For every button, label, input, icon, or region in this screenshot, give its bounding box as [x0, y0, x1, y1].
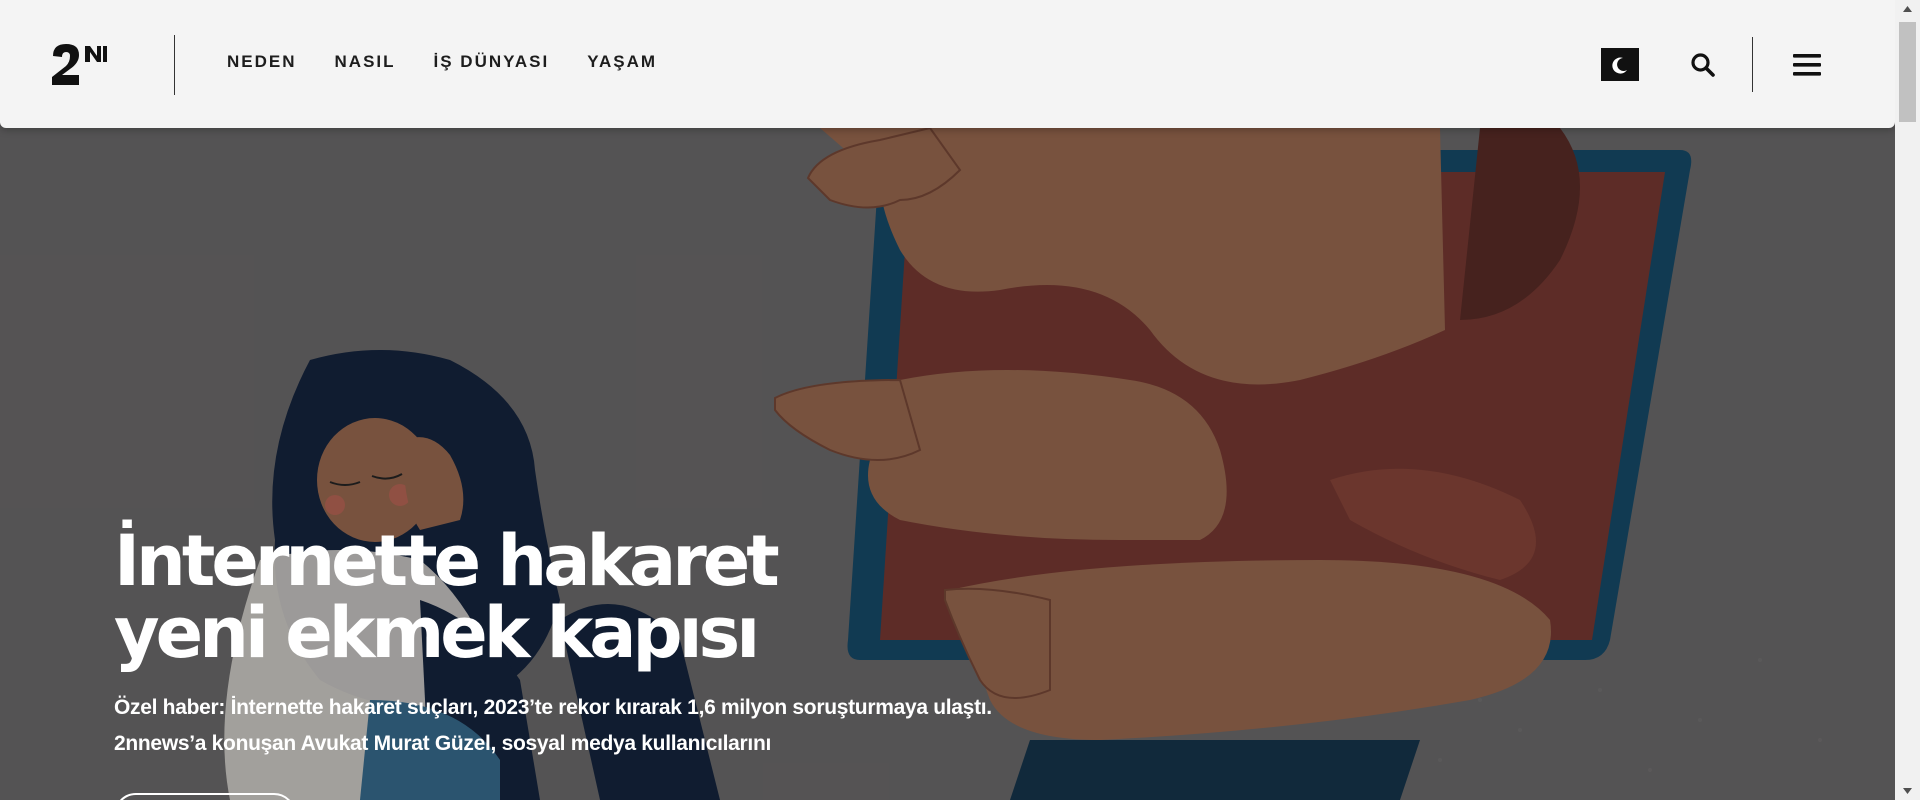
site-logo[interactable] — [50, 42, 110, 88]
site-header: NEDEN NASIL İŞ DÜNYASI YAŞAM — [0, 0, 1895, 128]
chevron-down-icon — [1903, 788, 1912, 794]
hero-subtitle-line1: Özel haber: İnternette hakaret suçları, … — [114, 696, 992, 719]
scroll-up-arrow[interactable] — [1895, 0, 1920, 18]
logo-icon — [52, 44, 107, 85]
search-icon — [1691, 53, 1715, 77]
theme-toggle-button[interactable] — [1601, 48, 1639, 81]
hero-subtitle: Özel haber: İnternette hakaret suçları, … — [114, 690, 1074, 762]
read-more-button[interactable] — [114, 793, 296, 800]
menu-button[interactable] — [1792, 50, 1822, 80]
nav-item-neden[interactable]: NEDEN — [227, 52, 297, 72]
vertical-scrollbar[interactable] — [1895, 0, 1920, 800]
nav-item-is-dunyasi[interactable]: İŞ DÜNYASI — [434, 52, 550, 72]
scrollbar-thumb[interactable] — [1899, 22, 1916, 122]
chevron-up-icon — [1903, 6, 1912, 12]
hamburger-icon — [1793, 54, 1821, 76]
nav-item-nasil[interactable]: NASIL — [335, 52, 396, 72]
moon-icon — [1612, 57, 1627, 74]
nav-item-yasam[interactable]: YAŞAM — [587, 52, 657, 72]
hero-title[interactable]: İnternette hakaret yeni ekmek kapısı — [114, 525, 934, 669]
scroll-down-arrow[interactable] — [1895, 782, 1920, 800]
search-button[interactable] — [1688, 50, 1718, 80]
hero-subtitle-line2: 2nnews’a konuşan Avukat Murat Güzel, sos… — [114, 732, 772, 755]
main-nav: NEDEN NASIL İŞ DÜNYASI YAŞAM — [227, 52, 657, 72]
header-divider-left — [174, 35, 175, 95]
header-divider-right — [1752, 37, 1753, 92]
